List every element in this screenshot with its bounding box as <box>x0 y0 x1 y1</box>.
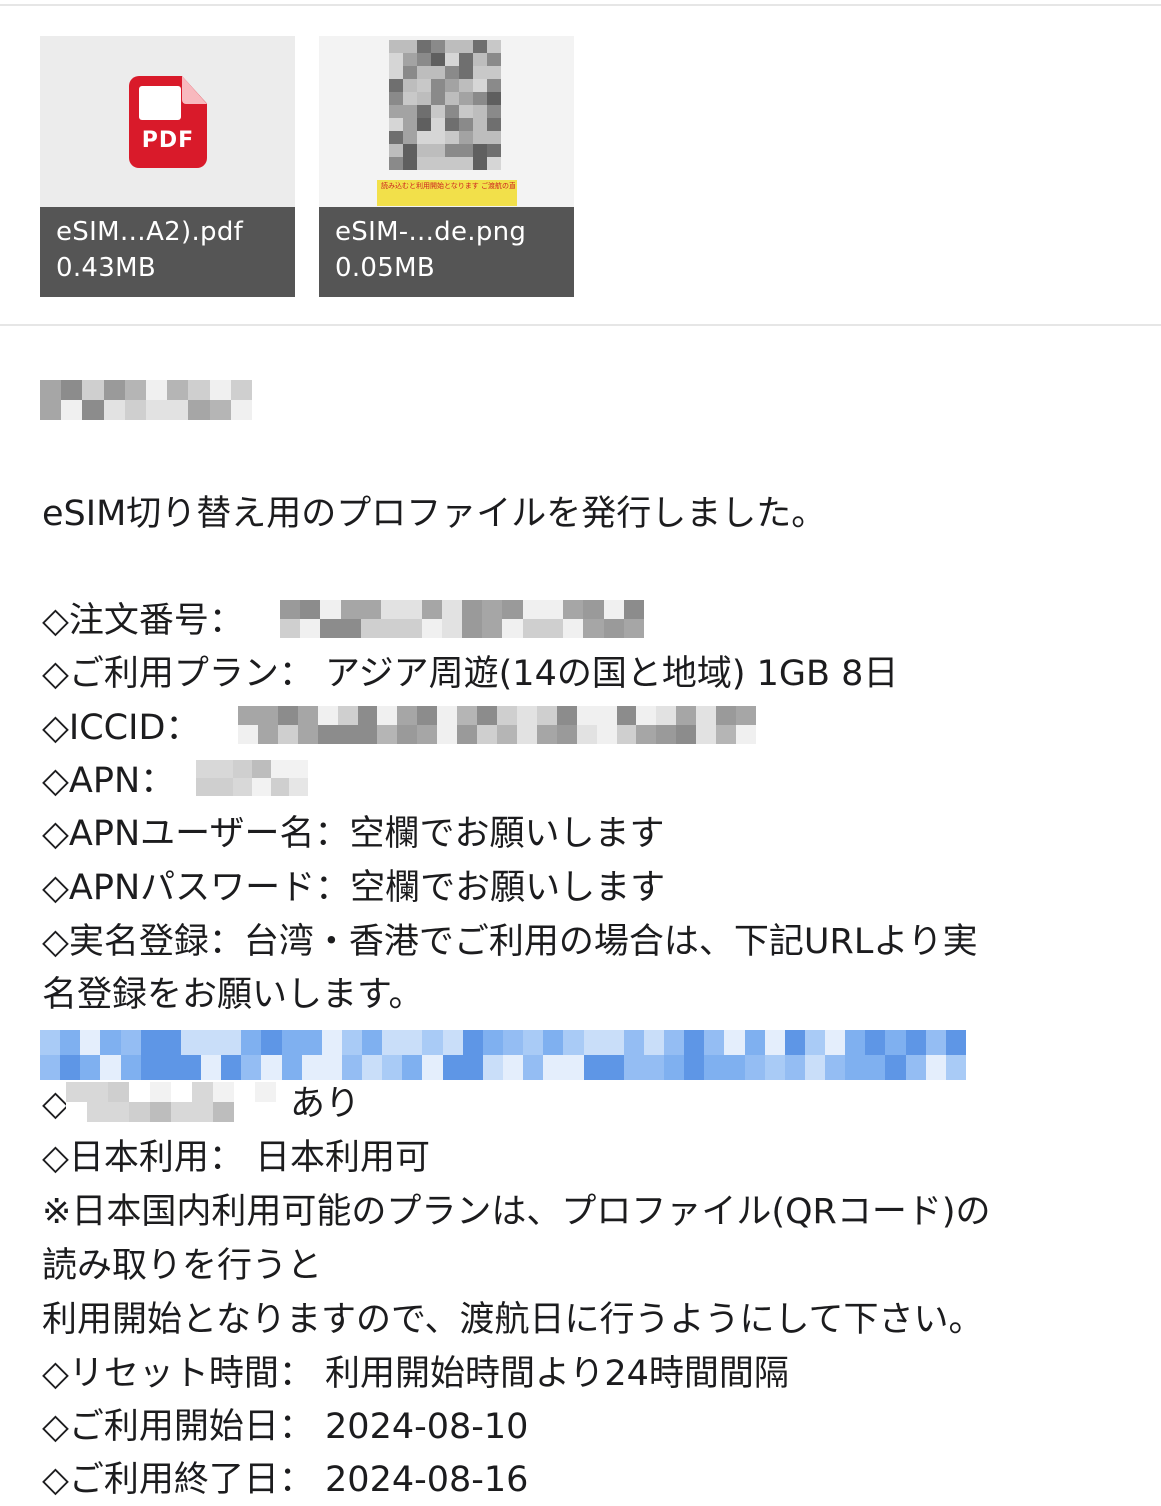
real-name-registration-line: ◇実名登録：台湾・香港でご利用の場合は、下記URLより実 <box>42 922 978 962</box>
start-date-line: ◇ご利用開始日： 2024-08-10 <box>42 1407 529 1447</box>
japan-usage-note-cont: 読み取りを行うと <box>42 1246 323 1286</box>
attachment-pdf[interactable]: PDF eSIM…A2).pdf 0.43MB <box>40 36 295 297</box>
apn-username-line: ◇APNユーザー名：空欄でお願いします <box>42 814 665 854</box>
attachment-filename: eSIM…A2).pdf <box>56 217 244 247</box>
redacted-greeting <box>40 380 252 420</box>
pdf-file-icon: PDF <box>129 76 207 168</box>
attachment-filesize: 0.05MB <box>335 253 435 283</box>
qr-code-thumbnail <box>389 40 501 170</box>
japan-usage-note: ※日本国内利用可能のプランは、プロファイル(QRコード)の <box>42 1192 991 1232</box>
attachment-info: eSIM-...de.png 0.05MB <box>319 207 574 297</box>
thumbnail-caption-strip: 読み込むと利用開始となります ご渡航の直前直後に設定して下さい <box>377 180 517 206</box>
message-intro: eSIM切り替え用のプロファイルを発行しました。 <box>42 494 827 534</box>
real-name-registration-line-cont: 名登録をお願いします。 <box>42 975 424 1015</box>
end-date-line: ◇ご利用終了日： 2024-08-16 <box>42 1460 529 1500</box>
redacted-iccid <box>238 706 756 744</box>
apn-line: ◇APN： <box>42 761 176 801</box>
attachment-filename: eSIM-...de.png <box>335 217 527 247</box>
top-divider <box>0 4 1161 6</box>
plan-line: ◇ご利用プラン： アジア周遊(14の国と地域) 1GB 8日 <box>42 654 899 694</box>
japan-usage-line: ◇日本利用： 日本利用可 <box>42 1138 431 1178</box>
attachment-filesize: 0.43MB <box>56 253 156 283</box>
thumbnail-caption: 読み込むと利用開始となります ご渡航の直前直後に設定して下さい <box>381 182 515 190</box>
redacted-order-number <box>280 600 644 638</box>
japan-usage-note-cont2: 利用開始となりますので、渡航日に行うようにして下さい。 <box>42 1300 984 1340</box>
body-divider <box>0 324 1161 326</box>
order-number-line: ◇注文番号： <box>42 601 244 641</box>
redacted-tethering-label <box>66 1082 276 1122</box>
redacted-registration-link[interactable] <box>40 1030 966 1080</box>
pdf-icon-label: PDF <box>141 128 195 153</box>
attachment-info: eSIM…A2).pdf 0.43MB <box>40 207 295 297</box>
iccid-line: ◇ICCID： <box>42 708 201 748</box>
apn-password-line: ◇APNパスワード：空欄でお願いします <box>42 868 666 908</box>
attachment-image[interactable]: 読み込むと利用開始となります ご渡航の直前直後に設定して下さい eSIM-...… <box>319 36 574 297</box>
redacted-apn <box>196 760 308 796</box>
reset-time-line: ◇リセット時間： 利用開始時間より24時間間隔 <box>42 1354 789 1394</box>
